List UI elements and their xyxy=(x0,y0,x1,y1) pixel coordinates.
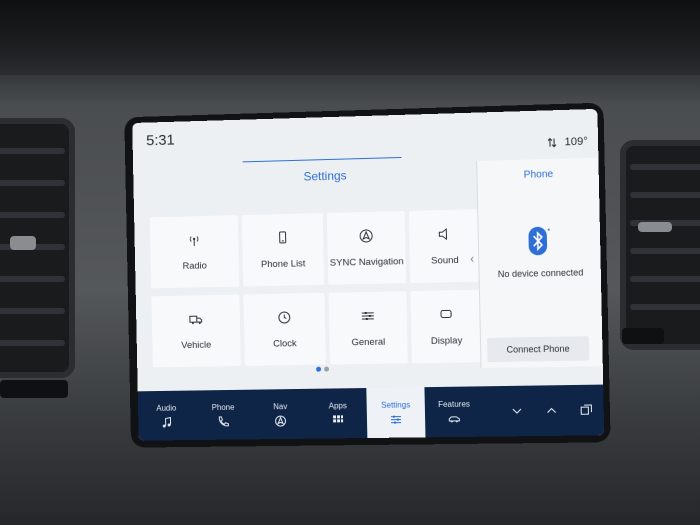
nav-phone[interactable]: Phone xyxy=(194,390,252,440)
speaker-icon xyxy=(437,226,451,240)
clock-icon xyxy=(277,310,291,324)
window-stack-icon xyxy=(580,404,593,416)
settings-title: Settings xyxy=(303,168,347,184)
nav-label: Apps xyxy=(328,400,347,411)
nav-label: Audio xyxy=(156,403,177,413)
vehicle-icon xyxy=(189,312,203,326)
infotainment-screen: 5:31 109° Settings Radio Phone List SYNC… xyxy=(132,108,605,441)
tile-sync-navigation[interactable]: SYNC Navigation xyxy=(326,211,407,285)
nav-label: Features xyxy=(437,399,471,409)
window-stack-icon[interactable] xyxy=(568,385,604,436)
signal-arrows-icon xyxy=(548,137,556,147)
nav-label: Settings xyxy=(381,399,411,410)
nav-audio[interactable]: Audio xyxy=(138,391,196,441)
chevron-down-icon[interactable] xyxy=(499,386,535,437)
right-air-vent xyxy=(620,140,700,350)
phone-icon xyxy=(217,415,229,427)
phone-panel-title: Phone xyxy=(523,168,554,181)
page-dot-1[interactable] xyxy=(316,366,322,372)
right-vent-dial xyxy=(622,328,664,344)
settings-grid: Radio Phone List SYNC Navigation Sound V… xyxy=(149,209,483,369)
tile-label: General xyxy=(351,336,386,348)
tile-display[interactable]: Display xyxy=(410,289,483,364)
chevron-down-icon xyxy=(511,405,523,417)
bottom-navigation-bar: Audio Phone Nav Apps Settings Features xyxy=(137,384,605,441)
left-vent-dial xyxy=(0,380,68,398)
radio-antenna-icon xyxy=(187,232,201,246)
temperature-readout: 109° xyxy=(564,135,588,149)
tile-sound[interactable]: Sound xyxy=(408,209,481,284)
tile-vehicle[interactable]: Vehicle xyxy=(151,294,241,368)
status-time: 5:31 xyxy=(146,131,175,150)
music-note-icon xyxy=(162,416,173,428)
dashboard-top xyxy=(0,0,700,75)
settings-sliders-icon xyxy=(390,414,401,423)
page-indicator[interactable] xyxy=(316,366,330,372)
connect-phone-button[interactable]: Connect Phone xyxy=(486,336,590,363)
left-air-vent xyxy=(0,118,75,378)
tile-clock[interactable]: Clock xyxy=(243,292,326,366)
status-indicators: 109° xyxy=(548,136,588,149)
tile-phone-list[interactable]: Phone List xyxy=(241,213,325,287)
tile-label: Phone List xyxy=(260,257,306,270)
chevron-up-icon xyxy=(545,404,557,416)
dashboard: 5:31 109° Settings Radio Phone List SYNC… xyxy=(0,0,700,525)
tile-label: Radio xyxy=(182,260,207,272)
navigation-icon xyxy=(359,228,373,242)
settings-tab-underline xyxy=(242,156,402,163)
tile-radio[interactable]: Radio xyxy=(149,215,240,289)
chevron-up-icon[interactable] xyxy=(534,385,570,436)
tile-label: Sound xyxy=(430,254,459,267)
phone-panel: Phone No device connected Connect Phone xyxy=(476,157,604,369)
navigation-icon xyxy=(274,415,286,427)
tile-label: SYNC Navigation xyxy=(329,255,404,269)
sliders-icon xyxy=(361,311,374,320)
collapse-panel-chevron-icon[interactable]: ‹ xyxy=(470,252,474,266)
bluetooth-icon xyxy=(528,226,550,256)
nav-label: Nav xyxy=(273,401,288,411)
apps-grid-icon xyxy=(333,415,344,423)
phone-icon xyxy=(276,230,290,244)
tile-label: Clock xyxy=(272,337,297,350)
display-icon xyxy=(439,307,453,321)
nav-label: Phone xyxy=(211,402,235,412)
tile-label: Display xyxy=(430,334,463,347)
vehicle-icon xyxy=(448,412,460,424)
nav-settings[interactable]: Settings xyxy=(366,387,426,439)
page-dot-2[interactable] xyxy=(324,366,330,372)
tile-general[interactable]: General xyxy=(328,291,408,365)
nav-features[interactable]: Features xyxy=(424,386,484,437)
phone-connection-status: No device connected xyxy=(497,267,584,280)
tile-label: Vehicle xyxy=(181,339,212,351)
nav-apps[interactable]: Apps xyxy=(309,388,368,439)
nav-nav[interactable]: Nav xyxy=(251,389,309,439)
